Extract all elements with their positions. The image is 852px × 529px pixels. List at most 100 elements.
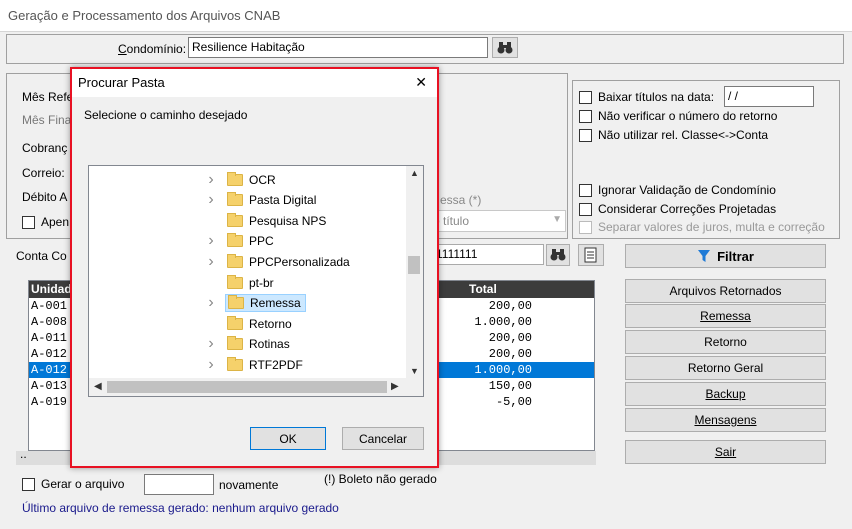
retorno-geral-button[interactable]: Retorno Geral [625, 356, 826, 380]
folder-icon [228, 295, 244, 310]
folder-icon [227, 212, 243, 227]
folder-item[interactable]: Pesquisa NPS [89, 210, 403, 231]
folder-item[interactable]: › Rotinas [89, 334, 403, 355]
folder-name: Pasta Digital [249, 193, 317, 208]
arquivos-retornados-button[interactable]: Arquivos Retornados [625, 279, 826, 303]
header-total[interactable]: Total [469, 282, 497, 296]
gerar-count-input[interactable] [144, 474, 214, 495]
baixar-checkbox[interactable] [579, 90, 592, 104]
folder-item[interactable]: › OCR [89, 169, 403, 190]
chevron-right-icon[interactable]: › [205, 294, 217, 312]
nao-verificar-row[interactable]: Não verificar o número do retorno [579, 109, 777, 123]
nao-verificar-checkbox[interactable] [579, 109, 592, 123]
baixar-row[interactable]: Baixar títulos na data: [579, 90, 714, 104]
cancel-button[interactable]: Cancelar [342, 427, 424, 450]
cell-unidade: A-013 [31, 379, 68, 393]
nao-utilizar-label: Não utilizar rel. Classe<->Conta [598, 128, 769, 142]
conta-label: Conta Co [16, 249, 67, 263]
ignorar-checkbox[interactable] [579, 183, 592, 197]
considerar-row[interactable]: Considerar Correções Projetadas [579, 202, 776, 216]
folder-item[interactable]: › Remessa [89, 293, 403, 314]
chevron-right-icon[interactable]: › [205, 191, 217, 209]
close-icon[interactable]: ✕ [415, 74, 427, 91]
filtrar-button[interactable]: Filtrar [625, 244, 826, 268]
chevron-right-icon[interactable]: › [205, 356, 217, 374]
ultimo-arquivo-text: Último arquivo de remessa gerado: nenhum… [22, 501, 339, 515]
binoculars-icon [497, 41, 513, 53]
nao-utilizar-row[interactable]: Não utilizar rel. Classe<->Conta [579, 128, 768, 142]
nao-utilizar-checkbox[interactable] [579, 128, 592, 142]
chevron-right-icon[interactable]: › [205, 253, 217, 271]
scroll-left-icon[interactable]: ◀ [94, 381, 102, 392]
cell-unidade: A-012 [31, 363, 68, 377]
separar-checkbox[interactable] [579, 220, 592, 234]
cell-unidade: A-012 [31, 347, 68, 361]
ok-button[interactable]: OK [250, 427, 326, 450]
cell-total: 150,00 [488, 379, 532, 393]
dialog-title: Procurar Pasta [78, 75, 165, 90]
retorno-geral-label: Retorno Geral [687, 361, 764, 375]
baixar-date-input[interactable]: / / [724, 86, 814, 107]
separar-row[interactable]: Separar valores de juros, multa e correç… [579, 220, 825, 234]
chevron-down-icon: ▼ [552, 214, 562, 225]
header-unidade[interactable]: Unidad [31, 282, 72, 296]
window-title: Geração e Processamento dos Arquivos CNA… [8, 8, 281, 23]
considerar-checkbox[interactable] [579, 202, 592, 216]
backup-button[interactable]: Backup [625, 382, 826, 406]
chevron-right-icon[interactable]: › [205, 335, 217, 353]
cell-total: 200,00 [488, 347, 532, 361]
correio-label: Correio: [22, 166, 65, 180]
folder-item[interactable]: Retorno [89, 313, 403, 334]
tree-vscroll-thumb[interactable] [408, 256, 420, 274]
folder-item[interactable]: › PPCPersonalizada [89, 251, 403, 272]
filter-icon [698, 250, 711, 262]
apenas-checkbox-row[interactable]: Apen [22, 215, 69, 229]
scroll-right-icon[interactable]: ▶ [391, 381, 399, 392]
apenas-checkbox[interactable] [22, 215, 35, 229]
considerar-label: Considerar Correções Projetadas [598, 202, 777, 216]
conta-details-button[interactable] [578, 244, 604, 266]
sair-button[interactable]: Sair [625, 440, 826, 464]
cell-unidade: A-008 [31, 315, 68, 329]
mensagens-button[interactable]: Mensagens [625, 408, 826, 432]
dialog-titlebar: Procurar Pasta ✕ [72, 69, 437, 97]
scroll-down-icon[interactable]: ▼ [410, 366, 419, 376]
chevron-right-icon[interactable]: › [205, 171, 217, 189]
scroll-up-icon[interactable]: ▲ [410, 168, 419, 178]
nao-verificar-label: Não verificar o número do retorno [598, 109, 778, 123]
ignorar-row[interactable]: Ignorar Validação de Condomínio [579, 183, 776, 197]
folder-name: PPCPersonalizada [249, 254, 350, 269]
search-condominio-button[interactable] [492, 37, 518, 58]
folder-icon [227, 336, 243, 351]
baixar-label: Baixar títulos na data: [598, 90, 715, 104]
window-titlebar: Geração e Processamento dos Arquivos CNA… [0, 0, 852, 32]
folder-icon [227, 315, 243, 330]
condominio-input[interactable]: Resilience Habitação [188, 37, 488, 58]
folder-item[interactable]: pt-br [89, 272, 403, 293]
folder-item[interactable]: › Pasta Digital [89, 190, 403, 211]
folder-name: OCR [249, 172, 276, 187]
folder-item[interactable]: › PPC [89, 231, 403, 252]
search-conta-button[interactable] [546, 244, 570, 266]
cell-total: -5,00 [495, 395, 532, 409]
cell-unidade: A-001 [31, 299, 68, 313]
gerar-label: Gerar o arquivo [41, 477, 125, 491]
titulo-select[interactable]: o título ▼ [430, 210, 566, 232]
mensagens-label: Mensagens [694, 413, 757, 427]
gerar-checkbox[interactable] [22, 477, 35, 491]
apenas-label: Apen [41, 215, 70, 229]
conta-input[interactable]: 1111111 [432, 244, 544, 265]
novamente-label: novamente [219, 478, 279, 492]
folder-item[interactable]: › RTF2PDF [89, 354, 403, 375]
gerar-row[interactable]: Gerar o arquivo [22, 477, 124, 491]
folder-name: pt-br [249, 275, 274, 290]
chevron-right-icon[interactable]: › [205, 232, 217, 250]
tree-hscrollbar[interactable]: ◀ ▶ [89, 378, 423, 396]
retorno-button[interactable]: Retorno [625, 330, 826, 354]
cobranca-label: Cobranç [22, 141, 68, 155]
tree-hscroll-thumb[interactable] [107, 381, 387, 393]
remessa-button[interactable]: Remessa [625, 304, 826, 328]
folder-tree[interactable]: › OCR › Pasta Digital Pesquisa NPS › PPC › PPCPe… [88, 165, 424, 397]
sair-label: Sair [714, 445, 737, 459]
tree-vscrollbar[interactable]: ▲ ▼ [406, 166, 423, 378]
